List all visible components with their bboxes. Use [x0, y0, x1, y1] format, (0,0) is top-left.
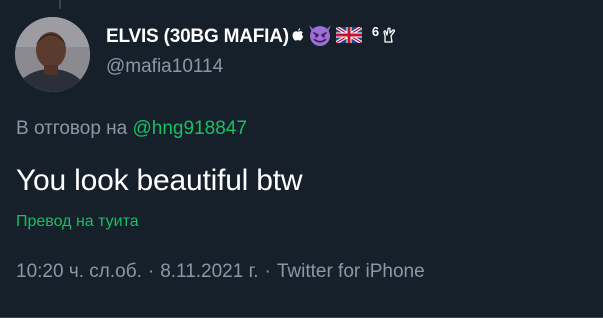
tweet-date-link[interactable]: 8.11.2021 г. — [160, 261, 258, 282]
meta-separator: · — [264, 261, 271, 282]
avatar[interactable] — [15, 17, 90, 92]
author-name-row[interactable]: ELVIS (30BG MAFIA) 6 — [106, 24, 396, 50]
reply-prefix: В отговор на — [16, 118, 133, 139]
reply-context: В отговор на @hng918847 — [16, 118, 247, 140]
thread-connector-line — [59, 0, 61, 9]
reply-target-link[interactable]: @hng918847 — [133, 118, 247, 139]
tweet-source-link[interactable]: Twitter for iPhone — [277, 261, 425, 282]
display-name: ELVIS (30BG MAFIA) — [106, 26, 289, 47]
smiling-devil-emoji-icon — [307, 23, 333, 52]
name-superscript: 6 — [371, 23, 380, 39]
tweet-author: ELVIS (30BG MAFIA) 6 @mafia10114 — [106, 24, 396, 78]
avatar-photo — [15, 17, 90, 92]
tweet-text: You look beautiful btw — [16, 164, 303, 197]
tweet-metadata: 10:20 ч. сл.об. · 8.11.2021 г. · Twitter for… — [16, 261, 425, 283]
tweet-time-link[interactable]: 10:20 ч. сл.об. — [16, 261, 142, 282]
meta-separator: · — [147, 261, 155, 282]
fingers-crossed-emoji-icon — [382, 26, 396, 48]
translate-tweet-link[interactable]: Превод на туита — [16, 213, 139, 231]
apple-icon — [292, 27, 304, 47]
uk-flag-icon — [334, 25, 363, 48]
author-handle[interactable]: @mafia10114 — [106, 56, 396, 78]
